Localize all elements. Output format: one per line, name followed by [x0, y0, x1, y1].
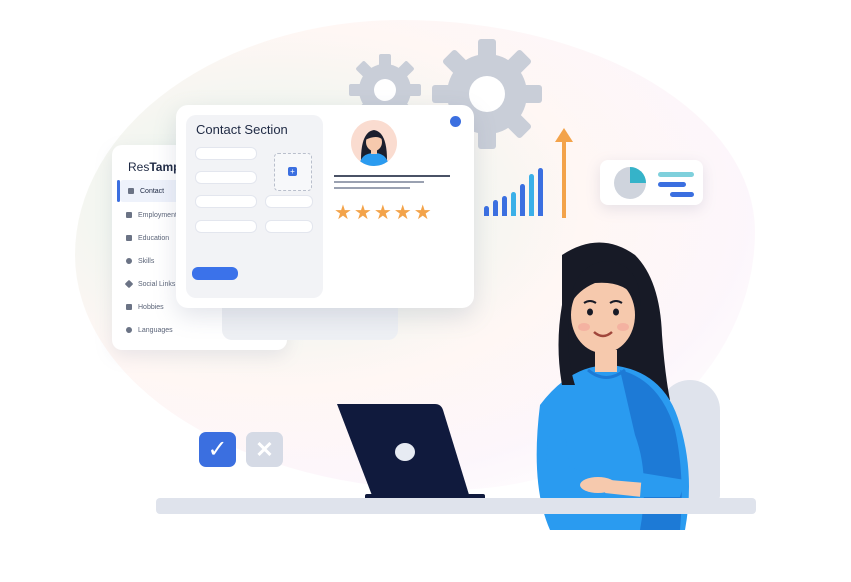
rating-stars: ★★★★★	[334, 202, 434, 224]
sidebar-item-label: Languages	[138, 326, 173, 334]
sidebar-item-label: Employment	[138, 211, 177, 219]
user-icon	[128, 188, 134, 194]
arrow-up-icon	[555, 128, 573, 218]
sidebar-item-label: Education	[138, 234, 170, 242]
profile-detail-line	[334, 187, 410, 189]
send-icon	[124, 279, 134, 289]
profile-name-line	[334, 175, 450, 177]
laptop-icon	[337, 404, 485, 500]
form-field[interactable]	[265, 195, 313, 208]
chart-bar	[511, 192, 516, 216]
chart-bar	[484, 206, 489, 216]
sidebar-item-social-links[interactable]: Social Links	[124, 274, 176, 294]
briefcase-icon	[126, 212, 132, 218]
sidebar-active-indicator	[117, 180, 120, 202]
plus-icon: +	[288, 167, 297, 176]
chart-bar	[493, 200, 498, 216]
sidebar-item-skills[interactable]: Skills	[126, 251, 154, 271]
desk	[156, 498, 756, 514]
avatar	[351, 120, 397, 166]
illustration-scene: ResTampl Contact Employment Education Sk…	[0, 0, 851, 582]
pie-chart-card	[600, 160, 703, 205]
form-field[interactable]	[195, 147, 257, 160]
woman-avatar-icon	[359, 130, 389, 166]
close-icon[interactable]: ✕	[246, 432, 283, 467]
hobby-icon	[126, 304, 132, 310]
form-field[interactable]	[195, 195, 257, 208]
star-icon	[126, 258, 132, 264]
sidebar-item-hobbies[interactable]: Hobbies	[126, 297, 164, 317]
chart-bar	[502, 196, 507, 216]
sidebar-item-employment[interactable]: Employment	[126, 205, 177, 225]
status-dot	[450, 116, 461, 127]
education-icon	[126, 235, 132, 241]
chart-bar	[538, 168, 543, 216]
sidebar-item-contact[interactable]: Contact	[128, 181, 164, 201]
form-field[interactable]	[195, 171, 257, 184]
contact-section-title: Contact Section	[196, 122, 288, 137]
chart-bar	[529, 174, 534, 216]
profile-detail-line	[334, 181, 424, 183]
sidebar-item-label: Skills	[138, 257, 155, 265]
contact-card: Contact Section + ★★★★★	[176, 105, 474, 308]
sidebar-item-languages[interactable]: Languages	[126, 320, 173, 340]
form-field[interactable]	[195, 220, 257, 233]
submit-button[interactable]	[192, 267, 238, 280]
sidebar-item-education[interactable]: Education	[126, 228, 169, 248]
sidebar-item-label: Social Links	[138, 280, 176, 288]
pie-chart-icon	[614, 167, 694, 199]
woman-illustration	[536, 242, 689, 530]
sidebar-item-label: Hobbies	[138, 303, 164, 311]
growth-chart	[484, 150, 554, 216]
photo-upload[interactable]: +	[274, 153, 312, 191]
chart-bar	[520, 184, 525, 216]
check-icon[interactable]: ✓	[199, 432, 236, 467]
globe-icon	[126, 327, 132, 333]
sidebar-item-label: Contact	[140, 187, 165, 195]
form-field[interactable]	[265, 220, 313, 233]
